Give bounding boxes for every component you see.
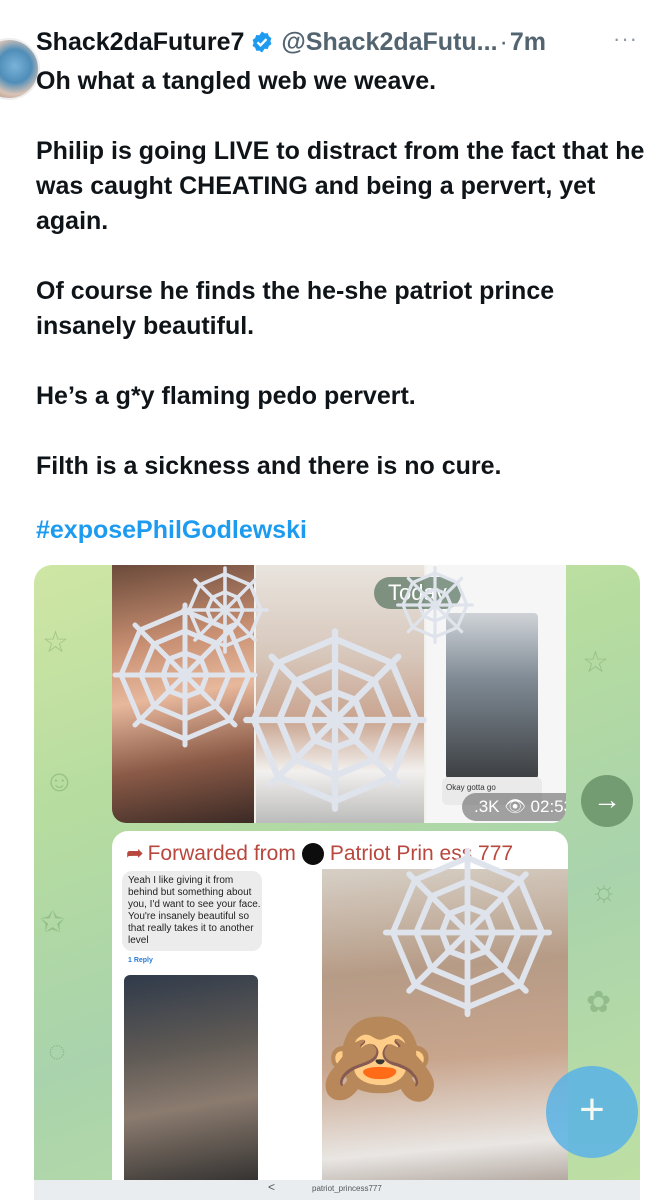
tweet-paragraph: Of course he finds the he-she patriot pr…	[36, 277, 555, 340]
spider-web-sticker	[181, 566, 269, 654]
more-options-icon[interactable]: ···	[613, 26, 638, 52]
doodle-shape-icon: ◌	[48, 1035, 66, 1068]
see-no-evil-monkey-icon: 🙈	[320, 1004, 440, 1111]
channel-avatar	[301, 842, 324, 865]
compose-plus-button[interactable]: +	[546, 1066, 638, 1158]
doodle-star-icon: ☆	[582, 646, 609, 679]
spider-web-sticker	[382, 847, 553, 1018]
screenshot-caption: Okay gotta go	[446, 783, 496, 792]
reply-count: 1 Reply	[128, 957, 153, 964]
user-handle[interactable]: @Shack2daFutu...	[281, 28, 497, 57]
forwarded-label: Forwarded from	[147, 841, 296, 865]
doodle-star-icon: ☆	[42, 626, 69, 659]
bottom-caption: patriot_princess777	[312, 1184, 382, 1193]
views-time-pill: .3K 👁 02:53 PM	[462, 793, 566, 821]
quoted-message-text: Yeah I like giving it from behind but so…	[128, 875, 261, 946]
doodle-shape-icon: ✿	[586, 986, 612, 1019]
chevron-left-icon: <	[268, 1180, 276, 1194]
phone-screenshot	[124, 975, 258, 1191]
tweet-header: Shack2daFuture7 @Shack2daFutu... · 7m ··…	[36, 22, 648, 62]
verified-badge-icon	[253, 31, 272, 53]
avatar[interactable]	[0, 38, 40, 100]
separator: ·	[499, 27, 508, 56]
share-arrow-icon[interactable]: →	[581, 775, 633, 827]
tweet-paragraph: Oh what a tangled web we weave.	[36, 67, 437, 95]
tweet-paragraph: Filth is a sickness and there is no cure…	[36, 452, 502, 480]
tweet-body: Oh what a tangled web we weave. Philip i…	[36, 64, 648, 484]
tweet-paragraph: He’s a g*y flaming pedo pervert.	[36, 382, 416, 410]
doodle-star-icon: ✩	[40, 906, 66, 939]
spider-web-sticker	[396, 566, 474, 644]
forward-arrow-icon: ➦	[126, 842, 144, 865]
timestamp[interactable]: 7m	[510, 28, 546, 57]
tweet-paragraph: Philip is going LIVE to distract from th…	[36, 137, 645, 235]
doodle-sun-icon: ☼	[590, 875, 618, 908]
display-name[interactable]: Shack2daFuture7	[36, 28, 244, 57]
doodle-cat-icon: ☺	[44, 765, 75, 798]
hashtag-link[interactable]: #exposePhilGodlewski	[36, 516, 307, 545]
